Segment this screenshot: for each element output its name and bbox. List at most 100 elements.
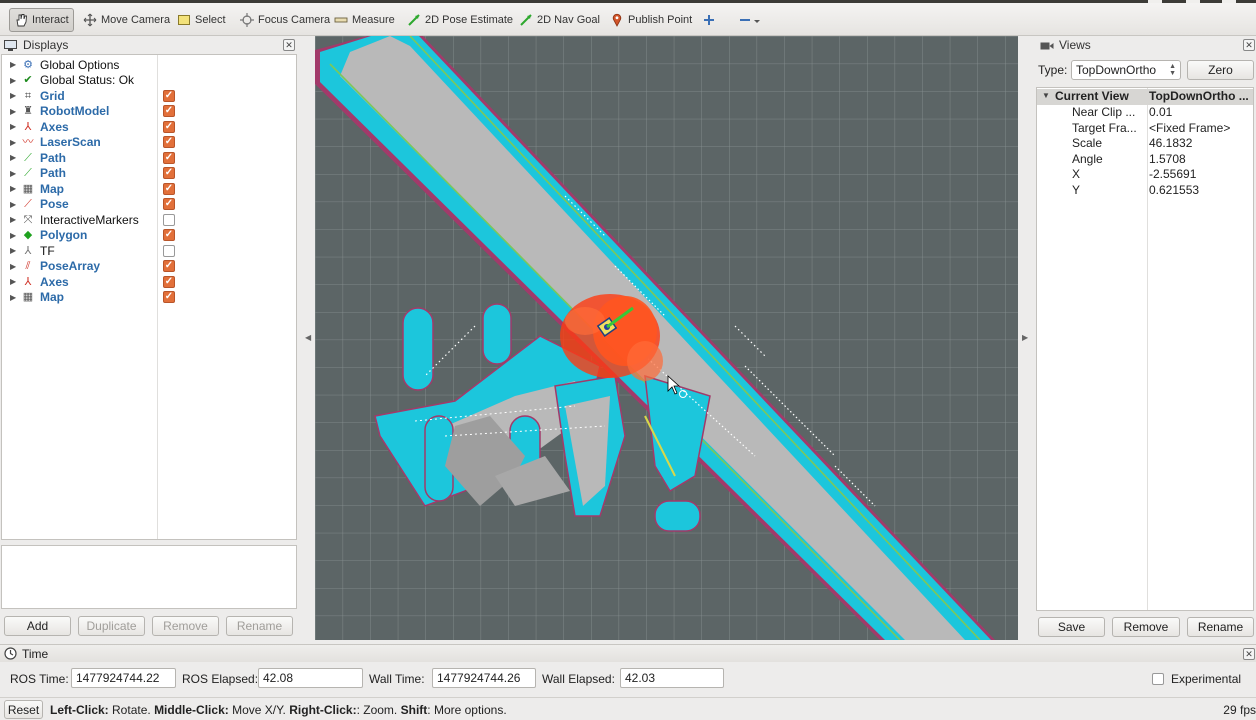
- display-item-grid[interactable]: ▶ ⌗ Grid ✓: [2, 88, 296, 104]
- expand-arrow-icon[interactable]: ▶: [10, 200, 16, 209]
- display-enabled-checkbox[interactable]: [163, 213, 175, 226]
- view-property-row[interactable]: Y 0.621553: [1037, 183, 1253, 199]
- ros-elapsed-field[interactable]: 42.08: [258, 668, 363, 688]
- view-property-row[interactable]: Angle 1.5708: [1037, 152, 1253, 168]
- save-view-button[interactable]: Save: [1038, 617, 1105, 637]
- display-enabled-checkbox[interactable]: ✓: [163, 105, 175, 118]
- display-enabled-checkbox[interactable]: [163, 244, 175, 257]
- expand-arrow-icon[interactable]: ▶: [10, 169, 16, 178]
- display-item-global-options[interactable]: ▶ ⚙ Global Options: [2, 57, 296, 73]
- display-enabled-checkbox[interactable]: ✓: [163, 120, 175, 133]
- expand-arrow-icon[interactable]: ▶: [10, 60, 16, 69]
- expand-arrow-icon[interactable]: ▶: [10, 262, 16, 271]
- rviz-3d-render-view[interactable]: [315, 36, 1018, 640]
- measure-tool-button[interactable]: Measure: [330, 8, 399, 32]
- remove-tool-dropdown-button[interactable]: [733, 8, 765, 32]
- expand-arrow-icon[interactable]: ▶: [10, 293, 16, 302]
- publish-point-tool-button[interactable]: Publish Point: [606, 8, 696, 32]
- pose-estimate-tool-button[interactable]: 2D Pose Estimate: [403, 8, 517, 32]
- map-visualization: [315, 36, 1018, 640]
- view-type-select[interactable]: TopDownOrtho ▲ ▼: [1071, 60, 1181, 80]
- view-property-value[interactable]: -2.55691: [1149, 167, 1253, 181]
- display-item-label: TF: [40, 243, 55, 258]
- collapse-right-dock-arrow[interactable]: ▶: [1022, 333, 1028, 342]
- remove-display-button[interactable]: Remove: [152, 616, 219, 636]
- focus-camera-tool-button[interactable]: Focus Camera: [236, 8, 334, 32]
- expand-arrow-icon[interactable]: ▶: [10, 91, 16, 100]
- expand-arrow-icon[interactable]: ▶: [10, 107, 16, 116]
- expand-arrow-icon[interactable]: ▶: [10, 277, 16, 286]
- display-item-path[interactable]: ▶ ⟋ Path ✓: [2, 150, 296, 166]
- expand-arrow-icon[interactable]: ▶: [10, 246, 16, 255]
- expand-arrow-icon[interactable]: ▶: [10, 76, 16, 85]
- display-enabled-checkbox[interactable]: ✓: [163, 167, 175, 180]
- wall-time-field[interactable]: 1477924744.26: [432, 668, 536, 688]
- display-enabled-checkbox[interactable]: ✓: [163, 182, 175, 195]
- display-item-tf[interactable]: ▶ ⅄ TF: [2, 243, 296, 259]
- display-item-pose[interactable]: ▶ ⟋ Pose ✓: [2, 197, 296, 213]
- display-enabled-checkbox[interactable]: ✓: [163, 136, 175, 149]
- rename-view-button[interactable]: Rename: [1187, 617, 1254, 637]
- pose-icon: ⟋: [24, 198, 32, 211]
- display-enabled-checkbox[interactable]: ✓: [163, 229, 175, 242]
- collapse-left-dock-arrow[interactable]: ◀: [305, 333, 311, 342]
- display-item-map[interactable]: ▶ ▦ Map ✓: [2, 290, 296, 306]
- remove-view-button[interactable]: Remove: [1112, 617, 1180, 637]
- expand-arrow-icon[interactable]: ▶: [10, 122, 16, 131]
- expand-arrow-icon[interactable]: ▶: [10, 231, 16, 240]
- view-property-row[interactable]: Target Fra... <Fixed Frame>: [1037, 121, 1253, 137]
- add-display-button[interactable]: Add: [4, 616, 71, 636]
- grid-icon: ⌗: [24, 89, 32, 102]
- zero-view-button[interactable]: Zero: [1187, 60, 1254, 80]
- display-item-interactivemarkers[interactable]: ▶ ⤧ InteractiveMarkers: [2, 212, 296, 228]
- display-enabled-checkbox[interactable]: ✓: [163, 260, 175, 273]
- expand-arrow-icon[interactable]: ▶: [10, 184, 16, 193]
- nav-goal-tool-button[interactable]: 2D Nav Goal: [515, 8, 604, 32]
- display-item-laserscan[interactable]: ▶ 〰 LaserScan ✓: [2, 135, 296, 151]
- expand-arrow-icon[interactable]: ▶: [10, 215, 16, 224]
- view-property-value[interactable]: 1.5708: [1149, 152, 1253, 166]
- move-camera-tool-button[interactable]: Move Camera: [79, 8, 174, 32]
- display-item-axes[interactable]: ▶ ⅄ Axes ✓: [2, 274, 296, 290]
- view-property-value[interactable]: 0.621553: [1149, 183, 1253, 197]
- rename-display-button[interactable]: Rename: [226, 616, 293, 636]
- display-item-polygon[interactable]: ▶ ◆ Polygon ✓: [2, 228, 296, 244]
- map-pin-icon: [610, 13, 624, 27]
- view-property-value[interactable]: 46.1832: [1149, 136, 1253, 150]
- view-property-value[interactable]: <Fixed Frame>: [1149, 121, 1253, 135]
- duplicate-display-button[interactable]: Duplicate: [78, 616, 145, 636]
- ros-elapsed-label: ROS Elapsed:: [182, 672, 259, 686]
- posearray-icon: ⫽: [25, 260, 31, 273]
- ros-time-field[interactable]: 1477924744.22: [71, 668, 176, 688]
- interact-tool-button[interactable]: Interact: [9, 8, 74, 32]
- add-tool-button[interactable]: [698, 8, 720, 32]
- display-enabled-checkbox[interactable]: ✓: [163, 275, 175, 288]
- reset-button[interactable]: Reset: [4, 700, 43, 719]
- current-view-row[interactable]: ▼ Current View TopDownOrtho ...: [1037, 89, 1253, 105]
- display-item-posearray[interactable]: ▶ ⫽ PoseArray ✓: [2, 259, 296, 275]
- display-item-robotmodel[interactable]: ▶ ♜ RobotModel ✓: [2, 104, 296, 120]
- select-tool-button[interactable]: Select: [173, 8, 230, 32]
- view-property-value[interactable]: 0.01: [1149, 105, 1253, 119]
- display-item-axes[interactable]: ▶ ⅄ Axes ✓: [2, 119, 296, 135]
- display-enabled-checkbox[interactable]: ✓: [163, 89, 175, 102]
- expand-arrow-icon[interactable]: ▶: [10, 138, 16, 147]
- display-item-path[interactable]: ▶ ⟋ Path ✓: [2, 166, 296, 182]
- views-panel-close-button[interactable]: ✕: [1243, 39, 1255, 51]
- view-property-row[interactable]: Near Clip ... 0.01: [1037, 105, 1253, 121]
- display-item-map[interactable]: ▶ ▦ Map ✓: [2, 181, 296, 197]
- display-enabled-checkbox[interactable]: ✓: [163, 291, 175, 304]
- displays-panel-close-button[interactable]: ✕: [283, 39, 295, 51]
- expand-arrow-icon[interactable]: ▶: [10, 153, 16, 162]
- view-property-row[interactable]: Scale 46.1832: [1037, 136, 1253, 152]
- nav-goal-arrow-icon: [519, 13, 533, 27]
- experimental-checkbox[interactable]: [1152, 673, 1164, 685]
- view-property-row[interactable]: X -2.55691: [1037, 167, 1253, 183]
- display-item-global-status-ok[interactable]: ▶ ✔ Global Status: Ok: [2, 73, 296, 89]
- display-enabled-checkbox[interactable]: ✓: [163, 198, 175, 211]
- wall-elapsed-field[interactable]: 42.03: [620, 668, 724, 688]
- current-view-key: Current View: [1055, 89, 1129, 103]
- move-camera-tool-label: Move Camera: [101, 14, 171, 26]
- display-enabled-checkbox[interactable]: ✓: [163, 151, 175, 164]
- time-panel-close-button[interactable]: ✕: [1243, 648, 1255, 660]
